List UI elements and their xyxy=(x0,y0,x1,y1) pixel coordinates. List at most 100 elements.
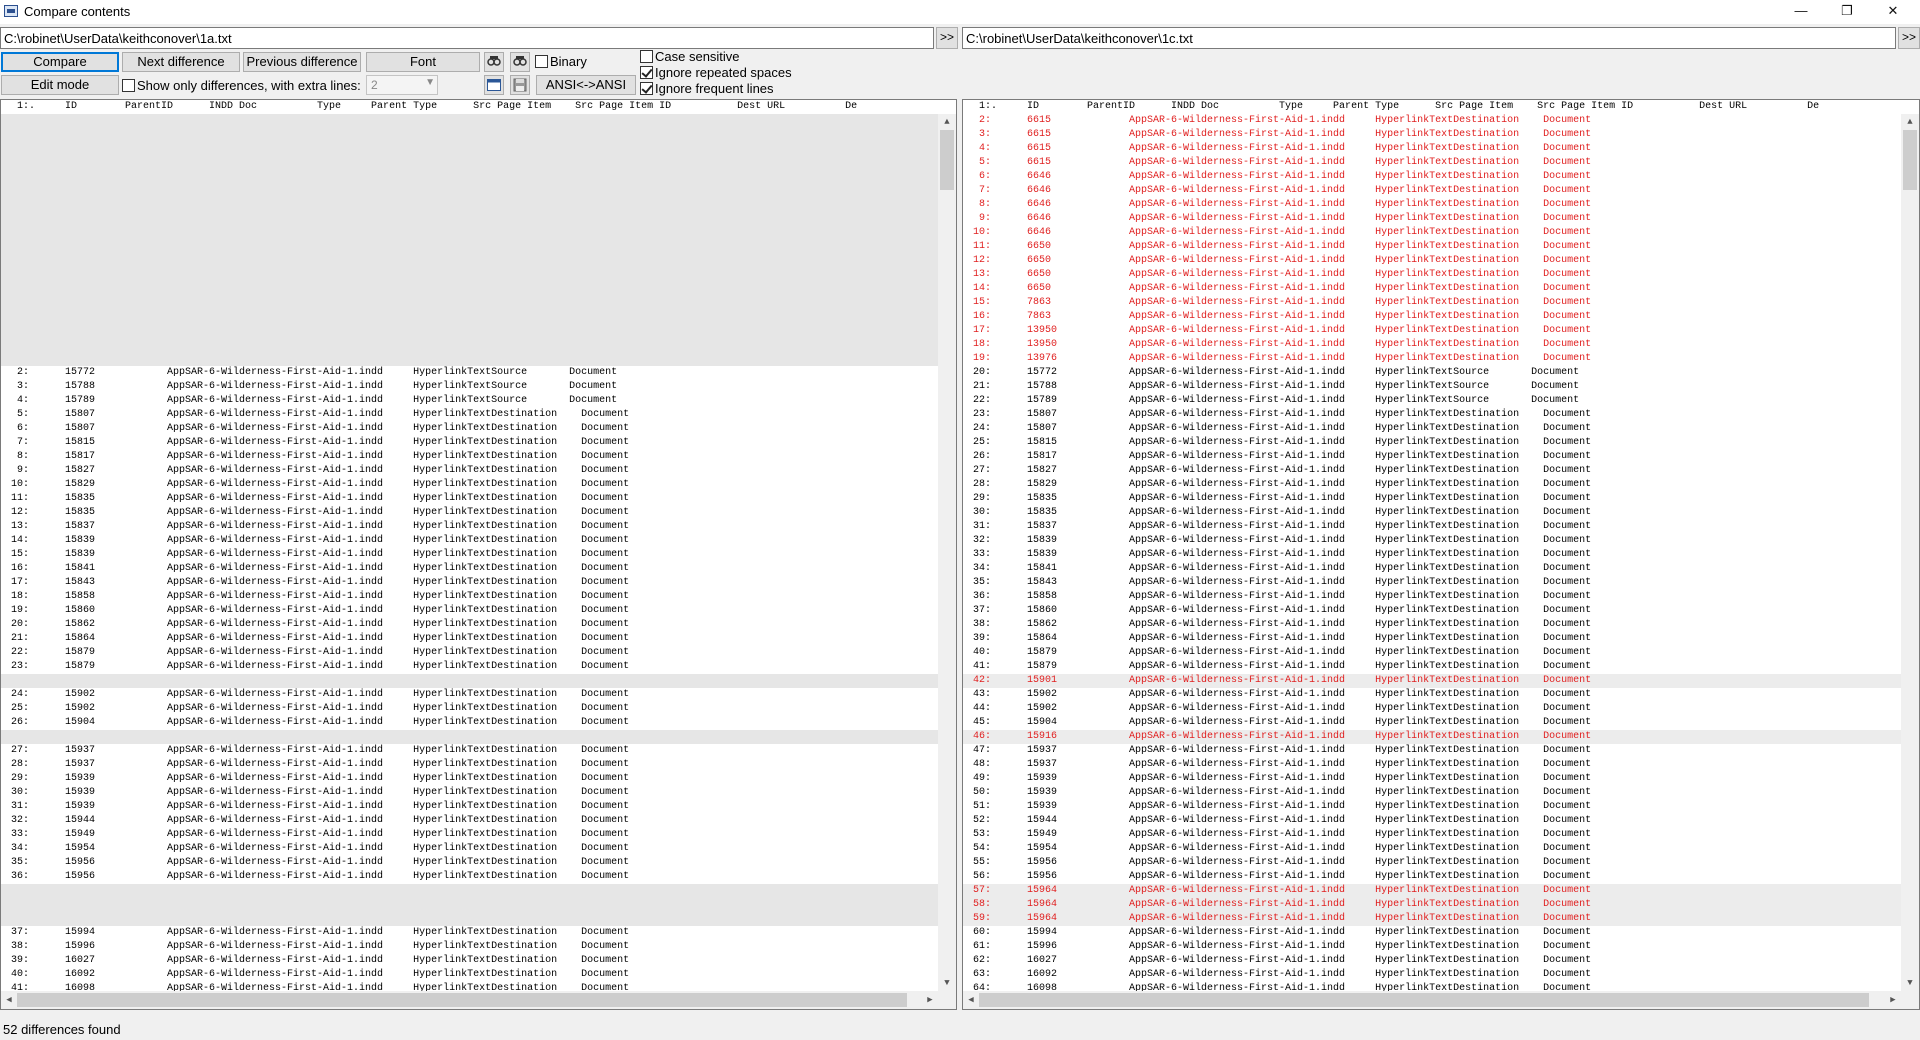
diff-row[interactable]: 58: 15964 AppSAR-6-Wilderness-First-Aid-… xyxy=(963,898,1901,912)
table-row[interactable]: 26: 15904 AppSAR-6-Wilderness-First-Aid-… xyxy=(1,716,938,730)
table-row[interactable]: 28: 15937 AppSAR-6-Wilderness-First-Aid-… xyxy=(1,758,938,772)
table-row[interactable]: 51: 15939 AppSAR-6-Wilderness-First-Aid-… xyxy=(963,800,1901,814)
table-row[interactable]: 16: 15841 AppSAR-6-Wilderness-First-Aid-… xyxy=(1,562,938,576)
diff-row[interactable]: 13: 6650 AppSAR-6-Wilderness-First-Aid-1… xyxy=(963,268,1901,282)
table-row[interactable]: 55: 15956 AppSAR-6-Wilderness-First-Aid-… xyxy=(963,856,1901,870)
table-row[interactable]: 25: 15902 AppSAR-6-Wilderness-First-Aid-… xyxy=(1,702,938,716)
scroll-left-icon[interactable]: ◀ xyxy=(963,991,979,1009)
table-row[interactable]: 40: 15879 AppSAR-6-Wilderness-First-Aid-… xyxy=(963,646,1901,660)
diff-row[interactable]: 46: 15916 AppSAR-6-Wilderness-First-Aid-… xyxy=(963,730,1901,744)
ignore-frequent-lines-check-box[interactable] xyxy=(640,82,653,95)
table-row[interactable]: 25: 15815 AppSAR-6-Wilderness-First-Aid-… xyxy=(963,436,1901,450)
diff-row[interactable]: 59: 15964 AppSAR-6-Wilderness-First-Aid-… xyxy=(963,912,1901,926)
diff-row[interactable]: 16: 7863 AppSAR-6-Wilderness-First-Aid-1… xyxy=(963,310,1901,324)
table-row[interactable]: 27: 15827 AppSAR-6-Wilderness-First-Aid-… xyxy=(963,464,1901,478)
diff-row[interactable]: 5: 6615 AppSAR-6-Wilderness-First-Aid-1.… xyxy=(963,156,1901,170)
table-row[interactable]: 28: 15829 AppSAR-6-Wilderness-First-Aid-… xyxy=(963,478,1901,492)
table-row[interactable]: 21: 15864 AppSAR-6-Wilderness-First-Aid-… xyxy=(1,632,938,646)
table-row[interactable]: 34: 15954 AppSAR-6-Wilderness-First-Aid-… xyxy=(1,842,938,856)
table-row[interactable]: 48: 15937 AppSAR-6-Wilderness-First-Aid-… xyxy=(963,758,1901,772)
table-row[interactable]: 49: 15939 AppSAR-6-Wilderness-First-Aid-… xyxy=(963,772,1901,786)
table-row[interactable]: 4: 15789 AppSAR-6-Wilderness-First-Aid-1… xyxy=(1,394,938,408)
table-row[interactable]: 37: 15860 AppSAR-6-Wilderness-First-Aid-… xyxy=(963,604,1901,618)
scroll-up-icon[interactable]: ▲ xyxy=(938,114,956,130)
table-row[interactable]: 9: 15827 AppSAR-6-Wilderness-First-Aid-1… xyxy=(1,464,938,478)
table-row[interactable]: 29: 15835 AppSAR-6-Wilderness-First-Aid-… xyxy=(963,492,1901,506)
diff-row[interactable]: 2: 6615 AppSAR-6-Wilderness-First-Aid-1.… xyxy=(963,114,1901,128)
right-rows[interactable]: 2: 6615 AppSAR-6-Wilderness-First-Aid-1.… xyxy=(963,114,1901,991)
scroll-right-icon[interactable]: ▶ xyxy=(1885,991,1901,1009)
table-row[interactable]: 23: 15807 AppSAR-6-Wilderness-First-Aid-… xyxy=(963,408,1901,422)
table-row[interactable]: 45: 15904 AppSAR-6-Wilderness-First-Aid-… xyxy=(963,716,1901,730)
table-row[interactable]: 19: 15860 AppSAR-6-Wilderness-First-Aid-… xyxy=(1,604,938,618)
encoding-button[interactable]: ANSI<->ANSI xyxy=(536,75,636,95)
right-vertical-thumb[interactable] xyxy=(1903,130,1917,190)
diff-row[interactable]: 18: 13950 AppSAR-6-Wilderness-First-Aid-… xyxy=(963,338,1901,352)
table-row[interactable]: 64: 16098 AppSAR-6-Wilderness-First-Aid-… xyxy=(963,982,1901,991)
table-row[interactable]: 2: 15772 AppSAR-6-Wilderness-First-Aid-1… xyxy=(1,366,938,380)
table-row[interactable]: 8: 15817 AppSAR-6-Wilderness-First-Aid-1… xyxy=(1,450,938,464)
table-row[interactable]: 39: 15864 AppSAR-6-Wilderness-First-Aid-… xyxy=(963,632,1901,646)
diff-row[interactable]: 6: 6646 AppSAR-6-Wilderness-First-Aid-1.… xyxy=(963,170,1901,184)
extra-lines-select[interactable]: 2 ▼ xyxy=(366,75,438,95)
table-row[interactable]: 35: 15843 AppSAR-6-Wilderness-First-Aid-… xyxy=(963,576,1901,590)
compare-button[interactable]: Compare xyxy=(1,52,119,72)
left-pane[interactable]: 1:. ID ParentID INDD Doc Type Parent Typ… xyxy=(0,99,957,1010)
right-vertical-scrollbar[interactable]: ▲ ▼ xyxy=(1901,114,1919,991)
table-row[interactable]: 27: 15937 AppSAR-6-Wilderness-First-Aid-… xyxy=(1,744,938,758)
table-row[interactable]: 40: 16092 AppSAR-6-Wilderness-First-Aid-… xyxy=(1,968,938,982)
table-row[interactable]: 50: 15939 AppSAR-6-Wilderness-First-Aid-… xyxy=(963,786,1901,800)
diff-row[interactable]: 8: 6646 AppSAR-6-Wilderness-First-Aid-1.… xyxy=(963,198,1901,212)
left-horizontal-scrollbar[interactable]: ◀ ▶ xyxy=(1,991,938,1009)
left-vertical-scrollbar[interactable]: ▲ ▼ xyxy=(938,114,956,991)
right-pane[interactable]: 1:. ID ParentID INDD Doc Type Parent Typ… xyxy=(962,99,1920,1010)
table-row[interactable]: 20: 15772 AppSAR-6-Wilderness-First-Aid-… xyxy=(963,366,1901,380)
table-row[interactable]: 37: 15994 AppSAR-6-Wilderness-First-Aid-… xyxy=(1,926,938,940)
diff-row[interactable]: 19: 13976 AppSAR-6-Wilderness-First-Aid-… xyxy=(963,352,1901,366)
diff-row[interactable]: 57: 15964 AppSAR-6-Wilderness-First-Aid-… xyxy=(963,884,1901,898)
table-row[interactable]: 7: 15815 AppSAR-6-Wilderness-First-Aid-1… xyxy=(1,436,938,450)
table-row[interactable]: 62: 16027 AppSAR-6-Wilderness-First-Aid-… xyxy=(963,954,1901,968)
right-horizontal-thumb[interactable] xyxy=(979,993,1869,1007)
table-row[interactable]: 22: 15879 AppSAR-6-Wilderness-First-Aid-… xyxy=(1,646,938,660)
binary-check-box[interactable] xyxy=(535,55,548,68)
ignore-repeated-spaces-checkbox[interactable]: Ignore repeated spaces xyxy=(640,65,792,81)
scroll-left-icon[interactable]: ◀ xyxy=(1,991,17,1009)
previous-difference-button[interactable]: Previous difference xyxy=(243,52,361,72)
table-row[interactable]: 21: 15788 AppSAR-6-Wilderness-First-Aid-… xyxy=(963,380,1901,394)
table-row[interactable]: 32: 15944 AppSAR-6-Wilderness-First-Aid-… xyxy=(1,814,938,828)
table-row[interactable]: 43: 15902 AppSAR-6-Wilderness-First-Aid-… xyxy=(963,688,1901,702)
table-row[interactable]: 36: 15956 AppSAR-6-Wilderness-First-Aid-… xyxy=(1,870,938,884)
case-sensitive-check-box[interactable] xyxy=(640,50,653,63)
table-row[interactable]: 36: 15858 AppSAR-6-Wilderness-First-Aid-… xyxy=(963,590,1901,604)
table-row[interactable]: 41: 15879 AppSAR-6-Wilderness-First-Aid-… xyxy=(963,660,1901,674)
table-row[interactable]: 53: 15949 AppSAR-6-Wilderness-First-Aid-… xyxy=(963,828,1901,842)
ignore-repeated-spaces-check-box[interactable] xyxy=(640,66,653,79)
table-row[interactable]: 54: 15954 AppSAR-6-Wilderness-First-Aid-… xyxy=(963,842,1901,856)
diff-row[interactable]: 12: 6650 AppSAR-6-Wilderness-First-Aid-1… xyxy=(963,254,1901,268)
scroll-down-icon[interactable]: ▼ xyxy=(938,975,956,991)
left-horizontal-thumb[interactable] xyxy=(17,993,907,1007)
table-row[interactable]: 26: 15817 AppSAR-6-Wilderness-First-Aid-… xyxy=(963,450,1901,464)
table-row[interactable]: 30: 15835 AppSAR-6-Wilderness-First-Aid-… xyxy=(963,506,1901,520)
table-row[interactable]: 60: 15994 AppSAR-6-Wilderness-First-Aid-… xyxy=(963,926,1901,940)
table-row[interactable]: 29: 15939 AppSAR-6-Wilderness-First-Aid-… xyxy=(1,772,938,786)
diff-row[interactable]: 15: 7863 AppSAR-6-Wilderness-First-Aid-1… xyxy=(963,296,1901,310)
table-row[interactable]: 63: 16092 AppSAR-6-Wilderness-First-Aid-… xyxy=(963,968,1901,982)
right-browse-button[interactable]: >> xyxy=(1898,27,1920,49)
diff-row[interactable]: 14: 6650 AppSAR-6-Wilderness-First-Aid-1… xyxy=(963,282,1901,296)
font-button[interactable]: Font xyxy=(366,52,480,72)
table-row[interactable]: 12: 15835 AppSAR-6-Wilderness-First-Aid-… xyxy=(1,506,938,520)
table-row[interactable]: 17: 15843 AppSAR-6-Wilderness-First-Aid-… xyxy=(1,576,938,590)
diff-row[interactable]: 9: 6646 AppSAR-6-Wilderness-First-Aid-1.… xyxy=(963,212,1901,226)
table-row[interactable]: 52: 15944 AppSAR-6-Wilderness-First-Aid-… xyxy=(963,814,1901,828)
edit-mode-button[interactable]: Edit mode xyxy=(1,75,119,95)
table-row[interactable]: 20: 15862 AppSAR-6-Wilderness-First-Aid-… xyxy=(1,618,938,632)
ignore-frequent-lines-checkbox[interactable]: Ignore frequent lines xyxy=(640,81,774,97)
diff-row[interactable]: 17: 13950 AppSAR-6-Wilderness-First-Aid-… xyxy=(963,324,1901,338)
table-row[interactable]: 24: 15902 AppSAR-6-Wilderness-First-Aid-… xyxy=(1,688,938,702)
table-row[interactable]: 39: 16027 AppSAR-6-Wilderness-First-Aid-… xyxy=(1,954,938,968)
table-row[interactable]: 38: 15996 AppSAR-6-Wilderness-First-Aid-… xyxy=(1,940,938,954)
table-row[interactable]: 33: 15949 AppSAR-6-Wilderness-First-Aid-… xyxy=(1,828,938,842)
table-row[interactable]: 44: 15902 AppSAR-6-Wilderness-First-Aid-… xyxy=(963,702,1901,716)
